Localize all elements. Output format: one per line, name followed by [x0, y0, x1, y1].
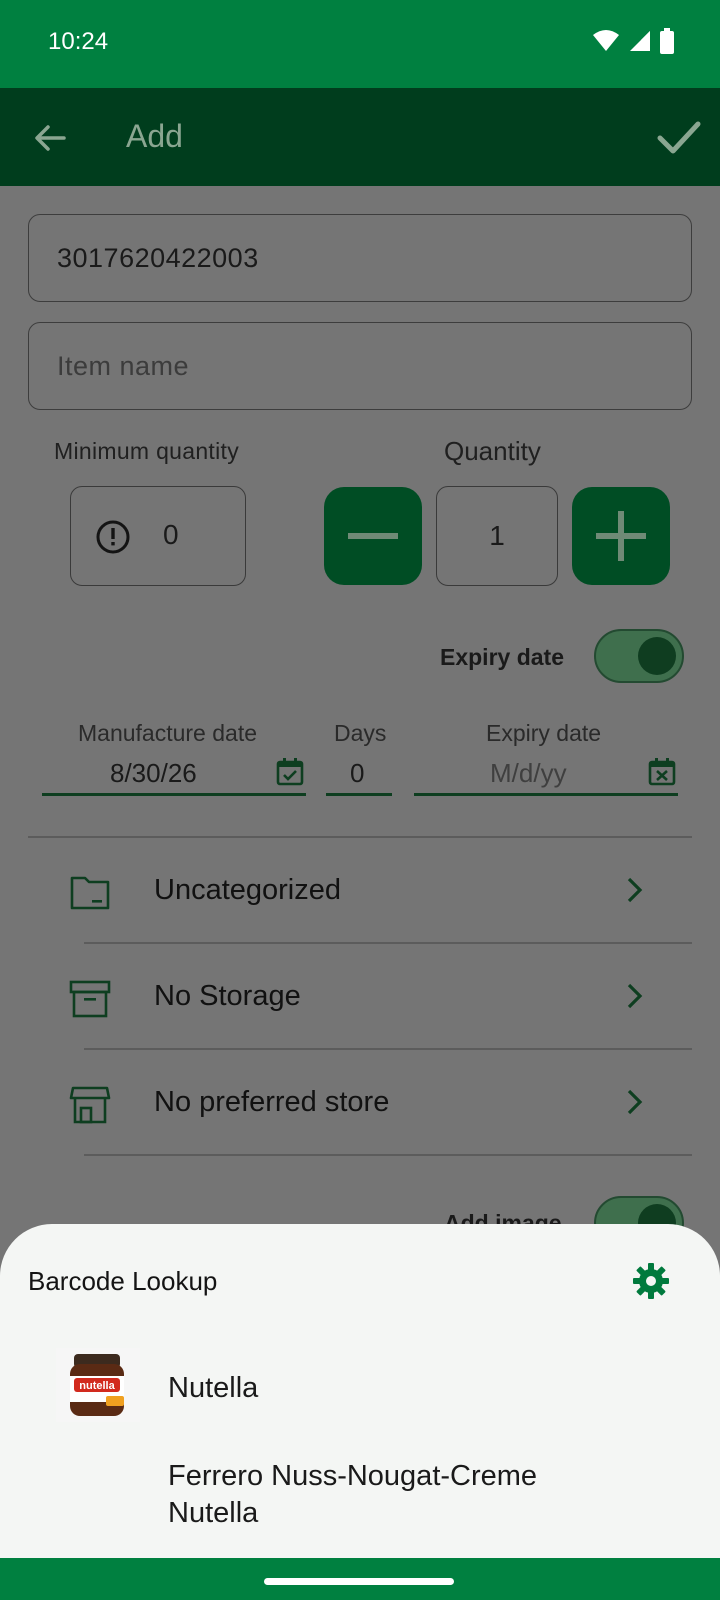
chevron-right-icon: [627, 877, 643, 903]
expiry-date-placeholder: M/d/yy: [490, 758, 567, 788]
status-icons: [592, 28, 674, 54]
expiry-date-toggle[interactable]: [594, 629, 684, 683]
quantity-label: Quantity: [444, 436, 541, 466]
result-subtitle[interactable]: Ferrero Nuss-Nougat-Creme Nutella: [168, 1458, 588, 1532]
days-value: 0: [350, 758, 365, 788]
quantity-field[interactable]: 1: [436, 486, 558, 586]
divider: [84, 1154, 692, 1156]
barcode-field[interactable]: 3017620422003: [28, 214, 692, 302]
manufacture-date-value: 8/30/26: [110, 758, 197, 788]
quantity-value: 1: [489, 520, 505, 551]
minus-icon: [348, 533, 398, 539]
category-row[interactable]: Uncategorized: [0, 838, 720, 942]
expiry-date-label: Expiry date: [486, 720, 602, 746]
store-row[interactable]: No preferred store: [0, 1050, 720, 1154]
days-field[interactable]: 0: [326, 756, 392, 796]
alert-circle-icon: [96, 520, 130, 554]
min-quantity-value: 0: [163, 519, 179, 550]
archive-box-icon: [69, 980, 111, 1018]
check-icon[interactable]: [656, 114, 702, 160]
manufacture-date-field[interactable]: 8/30/26: [42, 756, 306, 796]
status-time: 10:24: [48, 28, 109, 55]
chevron-right-icon: [627, 983, 643, 1009]
back-arrow-icon[interactable]: [30, 118, 70, 158]
barcode-lookup-sheet: Barcode Lookup nutella Nutella Ferrero N…: [0, 1224, 720, 1558]
days-label: Days: [334, 720, 387, 746]
navigation-bar: [0, 1558, 720, 1600]
manufacture-date-label: Manufacture date: [78, 720, 258, 746]
product-thumbnail[interactable]: nutella: [56, 1348, 140, 1422]
home-gesture-handle[interactable]: [264, 1578, 454, 1585]
min-quantity-field[interactable]: 0: [70, 486, 246, 586]
calendar-check-icon[interactable]: [274, 756, 306, 788]
increase-quantity-button[interactable]: [572, 487, 670, 585]
battery-icon: [660, 28, 674, 54]
nutella-jar-image: nutella: [56, 1348, 140, 1422]
storage-row[interactable]: No Storage: [0, 944, 720, 1048]
barcode-value: 3017620422003: [57, 242, 259, 273]
plus-icon: [596, 511, 646, 561]
result-title[interactable]: Nutella: [168, 1372, 258, 1405]
sheet-title: Barcode Lookup: [28, 1266, 218, 1296]
min-quantity-label: Minimum quantity: [54, 438, 240, 464]
chevron-right-icon: [627, 1089, 643, 1115]
gear-icon[interactable]: [632, 1262, 670, 1300]
svg-text:nutella: nutella: [79, 1380, 115, 1392]
store-label: No preferred store: [154, 1086, 390, 1118]
app-bar: Add: [0, 88, 720, 186]
expiry-toggle-label: Expiry date: [440, 644, 564, 670]
page-title: Add: [126, 118, 183, 154]
status-bar: 10:24: [0, 0, 720, 88]
storage-label: No Storage: [154, 980, 301, 1012]
item-name-placeholder: Item name: [57, 350, 190, 381]
item-name-field[interactable]: Item name: [28, 322, 692, 410]
expiry-date-field[interactable]: M/d/yy: [414, 756, 678, 796]
decrease-quantity-button[interactable]: [324, 487, 422, 585]
storefront-icon: [69, 1086, 111, 1124]
folder-icon: [70, 876, 110, 910]
wifi-icon: [593, 30, 619, 51]
category-label: Uncategorized: [154, 874, 341, 906]
calendar-clear-icon[interactable]: [646, 756, 678, 788]
signal-icon: [630, 31, 650, 51]
